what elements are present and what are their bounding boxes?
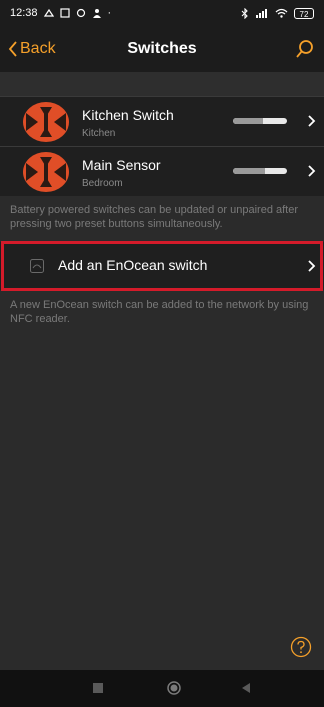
level-fill [233,118,263,124]
system-back-icon[interactable] [240,682,252,694]
bluetooth-icon [241,7,249,19]
back-button[interactable]: Back [8,26,56,72]
status-bar: 12:38 · 72 [0,0,324,26]
dot-icon: · [107,7,112,19]
status-time: 12:38 [10,7,38,19]
search-icon [296,40,313,58]
device-room: Bedroom [82,178,123,189]
section-spacer [0,72,324,96]
level-fill [233,168,266,174]
chevron-left-icon [8,41,17,57]
device-list: Kitchen Switch Kitchen Main Sensor Bedro… [0,96,324,196]
nfc-info-text: A new EnOcean switch can be added to the… [10,299,309,325]
battery-icon: 72 [294,7,314,19]
back-label: Back [20,40,56,57]
nav-bar: Back Switches [0,26,324,72]
chevron-right-icon [308,165,316,177]
gallery-icon [59,8,70,18]
chevron-right-icon [308,115,316,127]
question-icon [290,636,312,658]
list-item[interactable]: Kitchen Switch Kitchen [0,96,324,146]
status-left: 12:38 · [10,7,111,19]
search-button[interactable] [294,38,316,60]
enocean-switch-icon [30,259,44,273]
help-button[interactable] [290,636,312,658]
list-item[interactable]: Main Sensor Bedroom [0,146,324,196]
add-switch-button[interactable]: Add an EnOcean switch [0,242,324,290]
system-nav-bar [0,670,324,707]
level-indicator [233,118,287,124]
sensor-avatar-icon [23,152,69,192]
home-icon[interactable] [167,681,181,695]
status-right: 72 [241,7,314,19]
person-icon [92,8,102,18]
battery-info-text: Battery powered switches can be updated … [10,204,299,230]
recent-apps-icon[interactable] [93,683,103,693]
alarm-icon [76,8,86,18]
add-switch-label: Add an EnOcean switch [58,257,208,273]
chevron-right-icon [308,260,316,272]
switch-avatar-icon [23,102,69,142]
level-indicator [233,168,287,174]
wifi-icon [275,8,288,18]
device-name: Kitchen Switch [82,107,174,123]
device-room: Kitchen [82,128,116,139]
signal-icon [255,8,269,18]
notification-icon [43,8,54,18]
device-name: Main Sensor [82,157,161,173]
